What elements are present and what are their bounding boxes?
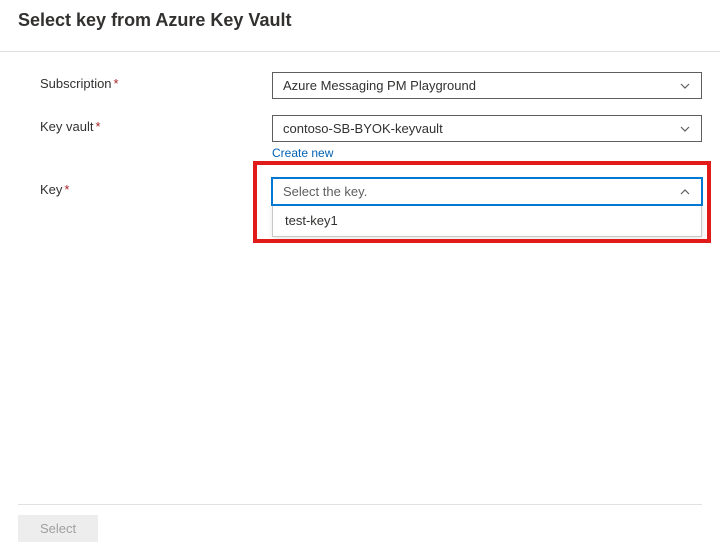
chevron-up-icon xyxy=(679,186,691,198)
label-keyvault: Key vault* xyxy=(40,115,272,134)
label-key-text: Key xyxy=(40,182,62,197)
dropdown-subscription-value: Azure Messaging PM Playground xyxy=(283,78,476,93)
dropdown-key-panel: test-key1 xyxy=(272,204,702,237)
dropdown-keyvault[interactable]: contoso-SB-BYOK-keyvault xyxy=(272,115,702,142)
row-key: Key* Select the key. test-key1 xyxy=(40,178,702,237)
required-asterisk: * xyxy=(64,182,69,197)
chevron-down-icon xyxy=(679,80,691,92)
label-key: Key* xyxy=(40,178,272,197)
label-subscription: Subscription* xyxy=(40,72,272,91)
dropdown-key-placeholder: Select the key. xyxy=(283,184,367,199)
label-keyvault-text: Key vault xyxy=(40,119,93,134)
dropdown-key-option[interactable]: test-key1 xyxy=(273,205,701,236)
page-title: Select key from Azure Key Vault xyxy=(18,10,702,31)
required-asterisk: * xyxy=(114,76,119,91)
row-subscription: Subscription* Azure Messaging PM Playgro… xyxy=(40,72,702,99)
label-subscription-text: Subscription xyxy=(40,76,112,91)
chevron-down-icon xyxy=(679,123,691,135)
row-keyvault: Key vault* contoso-SB-BYOK-keyvault Crea… xyxy=(40,115,702,162)
dropdown-subscription[interactable]: Azure Messaging PM Playground xyxy=(272,72,702,99)
footer-divider xyxy=(18,504,702,505)
select-button[interactable]: Select xyxy=(18,515,98,542)
dropdown-keyvault-value: contoso-SB-BYOK-keyvault xyxy=(283,121,443,136)
dropdown-key[interactable]: Select the key. xyxy=(272,178,702,205)
create-new-link[interactable]: Create new xyxy=(272,146,333,160)
required-asterisk: * xyxy=(95,119,100,134)
